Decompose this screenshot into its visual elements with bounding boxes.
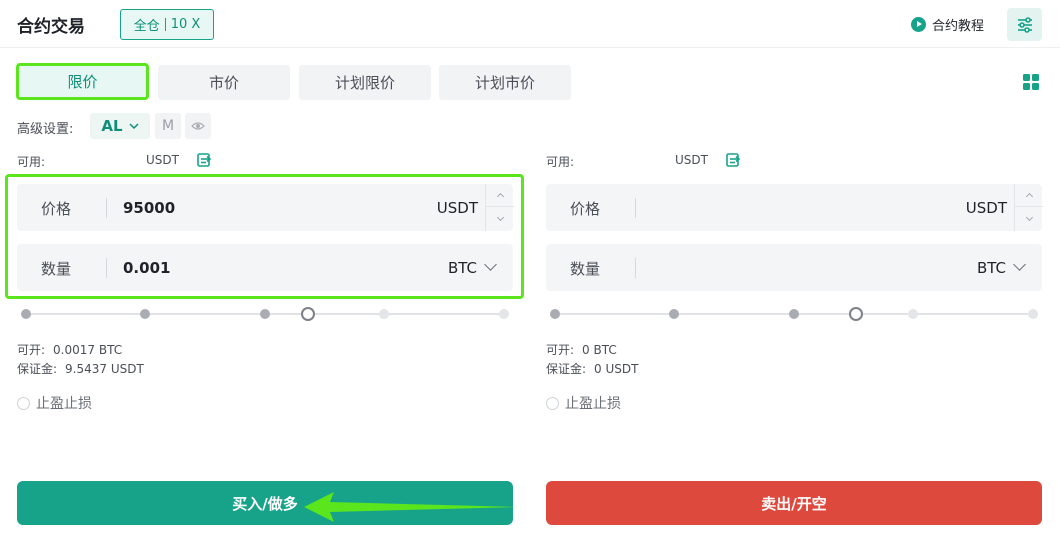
play-icon <box>911 17 926 32</box>
header: 合约交易 全仓 10 X 合约教程 <box>0 0 1060 48</box>
quantity-unit[interactable]: BTC <box>977 259 1006 277</box>
tp-sl-label: 止盈止损 <box>36 396 92 412</box>
slider-step[interactable] <box>499 309 509 319</box>
transfer-icon[interactable] <box>725 152 741 168</box>
quantity-label: 数量 <box>570 260 601 278</box>
available-label: 可用: <box>546 155 575 169</box>
chevron-down-icon[interactable] <box>1013 258 1026 271</box>
slider-step[interactable] <box>21 309 31 319</box>
divider <box>164 18 166 31</box>
quantity-input[interactable]: 数量 BTC <box>546 244 1042 291</box>
sliders-icon <box>1017 16 1032 33</box>
tab-market[interactable]: 市价 <box>158 65 290 100</box>
chevron-up-icon <box>1025 192 1033 201</box>
price-stepper[interactable] <box>1014 184 1043 231</box>
quantity-slider[interactable] <box>550 307 1038 321</box>
m-mode-button[interactable]: M <box>155 113 181 139</box>
slider-step[interactable] <box>789 309 799 319</box>
tab-plan-limit[interactable]: 计划限价 <box>299 65 431 100</box>
divider <box>635 198 636 218</box>
available-label: 可用: <box>17 155 46 169</box>
available-unit: USDT <box>675 153 708 167</box>
tp-sl-label: 止盈止损 <box>565 396 621 412</box>
slider-step[interactable] <box>379 309 389 319</box>
slider-step[interactable] <box>908 309 918 319</box>
page-title: 合约交易 <box>17 17 85 37</box>
tp-sl-toggle[interactable]: 止盈止损 <box>17 393 92 413</box>
transfer-icon[interactable] <box>196 152 212 168</box>
divider <box>635 258 636 278</box>
margin-amount: 保证金: 9.5437 USDT <box>17 362 144 376</box>
annotation-arrow-icon <box>304 492 518 522</box>
tutorial-label: 合约教程 <box>932 19 985 34</box>
slider-step[interactable] <box>669 309 679 319</box>
radio-icon[interactable] <box>546 396 559 410</box>
slider-step[interactable] <box>550 309 560 319</box>
slider-step[interactable] <box>1028 309 1038 319</box>
tp-sl-toggle[interactable]: 止盈止损 <box>546 393 621 413</box>
chevron-down-icon <box>1025 213 1033 222</box>
slider-thumb[interactable] <box>849 307 863 321</box>
open-amount: 可开: 0.0017 BTC <box>17 343 123 357</box>
decrement-button[interactable] <box>1015 207 1043 231</box>
sell-panel: 可用: USDT 价格 USDT 数量 BTC 可开: 0 BTC 保证金: 0… <box>529 150 1043 530</box>
price-unit: USDT <box>965 199 1007 217</box>
settings-button[interactable] <box>1007 8 1042 41</box>
al-dropdown[interactable]: AL <box>90 113 150 139</box>
margin-mode-label: 全仓 <box>133 19 160 34</box>
tab-limit[interactable]: 限价 <box>16 63 149 100</box>
tutorial-link[interactable]: 合约教程 <box>911 15 984 34</box>
advanced-settings-label: 高级设置: <box>17 122 74 137</box>
slider-step[interactable] <box>140 309 150 319</box>
price-label: 价格 <box>570 200 601 218</box>
margin-amount: 保证金: 0 USDT <box>546 362 639 376</box>
tab-plan-market[interactable]: 计划市价 <box>439 65 571 100</box>
highlight-box <box>5 174 524 299</box>
eye-icon <box>191 122 205 130</box>
available-unit: USDT <box>146 153 179 167</box>
al-label: AL <box>101 117 123 135</box>
margin-leverage-button[interactable]: 全仓 10 X <box>120 9 214 40</box>
chevron-down-icon <box>129 123 139 130</box>
slider-step[interactable] <box>260 309 270 319</box>
eye-button[interactable] <box>185 113 211 139</box>
sell-short-button[interactable]: 卖出/开空 <box>546 481 1042 525</box>
open-amount: 可开: 0 BTC <box>546 343 617 357</box>
leverage-label: 10 X <box>170 17 201 32</box>
quantity-slider[interactable] <box>21 307 509 321</box>
radio-icon[interactable] <box>17 396 30 410</box>
price-input[interactable]: 价格 USDT <box>546 184 1043 231</box>
increment-button[interactable] <box>1015 184 1043 207</box>
slider-thumb[interactable] <box>301 307 315 321</box>
layout-grid-icon[interactable] <box>1023 74 1039 90</box>
